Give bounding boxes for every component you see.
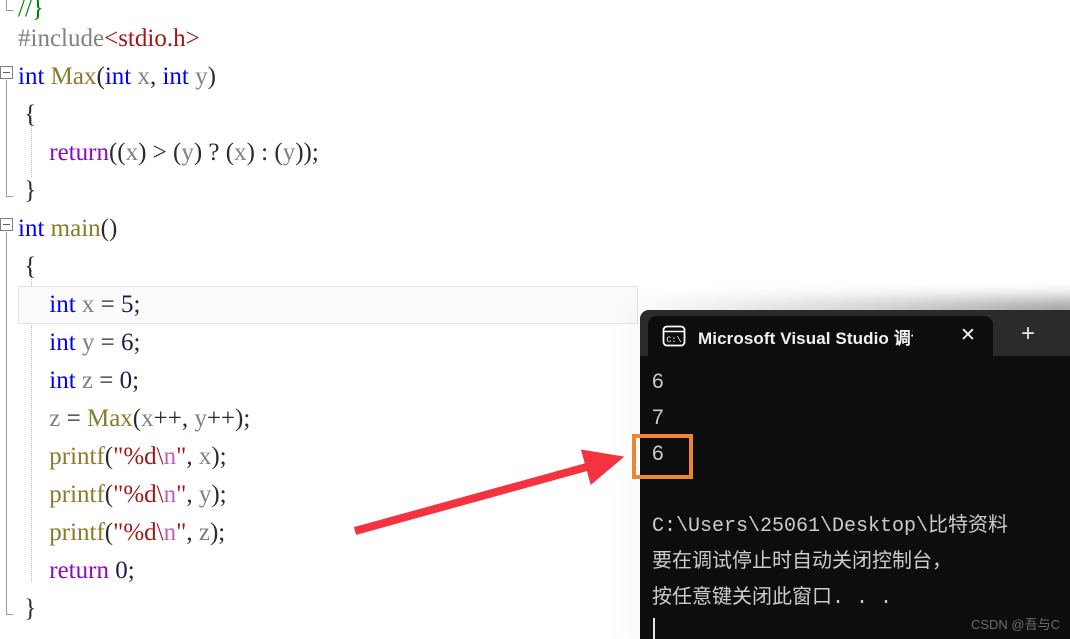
code-line-main-close-brace[interactable]: }	[18, 590, 36, 628]
console-output-path: C:\Users\25061\Desktop\比特资料	[652, 515, 1009, 538]
close-icon[interactable]: ✕	[957, 325, 979, 347]
console-tab[interactable]: C:\ Microsoft Visual Studio 调试挖 ✕	[648, 316, 993, 356]
fold-guide-max	[6, 80, 7, 196]
console-tab-title: Microsoft Visual Studio 调试挖	[698, 328, 913, 348]
code-line-decl-z[interactable]: int z = 0;	[18, 362, 139, 400]
fold-guide-top	[6, 0, 7, 10]
fold-toggle-main[interactable]	[0, 218, 13, 231]
code-line-printf-z[interactable]: printf("%d\n", z);	[18, 514, 225, 552]
screenshot-root: //} #include<stdio.h> int Max(int x, int…	[0, 0, 1070, 639]
fold-guide-main-foot	[6, 614, 13, 615]
code-line-max-return[interactable]: return((x) > (y) ? (x) : (y));	[18, 134, 319, 172]
code-line-decl-y[interactable]: int y = 6;	[18, 324, 140, 362]
code-line-main-signature[interactable]: int main()	[18, 210, 117, 248]
fold-guide-main	[6, 232, 7, 614]
code-line-printf-y[interactable]: printf("%d\n", y);	[18, 476, 226, 514]
code-line-decl-x[interactable]: int x = 5;	[18, 286, 140, 324]
new-tab-button[interactable]: +	[1010, 318, 1046, 350]
svg-text:C:\: C:\	[666, 335, 681, 345]
console-text-cursor	[653, 618, 655, 639]
orange-highlight-box	[632, 434, 693, 479]
fold-toggle-max[interactable]	[0, 66, 13, 79]
code-line-include[interactable]: #include<stdio.h>	[18, 20, 200, 58]
debug-console-window[interactable]: C:\ Microsoft Visual Studio 调试挖 ✕ + 6 7 …	[640, 310, 1070, 639]
watermark-label: CSDN @吾与C	[970, 617, 1060, 632]
fold-guide-max-foot	[6, 196, 13, 197]
console-output-line: 7	[652, 406, 664, 429]
console-output-prompt: 按任意键关闭此窗口. . .	[652, 587, 893, 610]
console-output-line: 6	[652, 370, 664, 393]
fold-guide-top-foot	[6, 10, 13, 11]
code-line-max-close-brace[interactable]: }	[18, 172, 36, 210]
console-output-hint: 要在调试停止时自动关闭控制台，	[652, 551, 952, 574]
console-titlebar[interactable]: C:\ Microsoft Visual Studio 调试挖 ✕ +	[640, 310, 1070, 356]
code-line-assign-z[interactable]: z = Max(x++, y++);	[18, 400, 250, 438]
code-line-main-return[interactable]: return 0;	[18, 552, 134, 590]
code-line-printf-x[interactable]: printf("%d\n", x);	[18, 438, 226, 476]
code-line-max-open-brace[interactable]: {	[18, 96, 36, 134]
code-line-main-open-brace[interactable]: {	[18, 248, 36, 286]
code-line-max-signature[interactable]: int Max(int x, int y)	[18, 58, 216, 96]
console-window-icon: C:\	[662, 325, 686, 347]
console-output-area[interactable]: 6 7 6 C:\Users\25061\Desktop\比特资料 要在调试停止…	[640, 356, 1070, 639]
